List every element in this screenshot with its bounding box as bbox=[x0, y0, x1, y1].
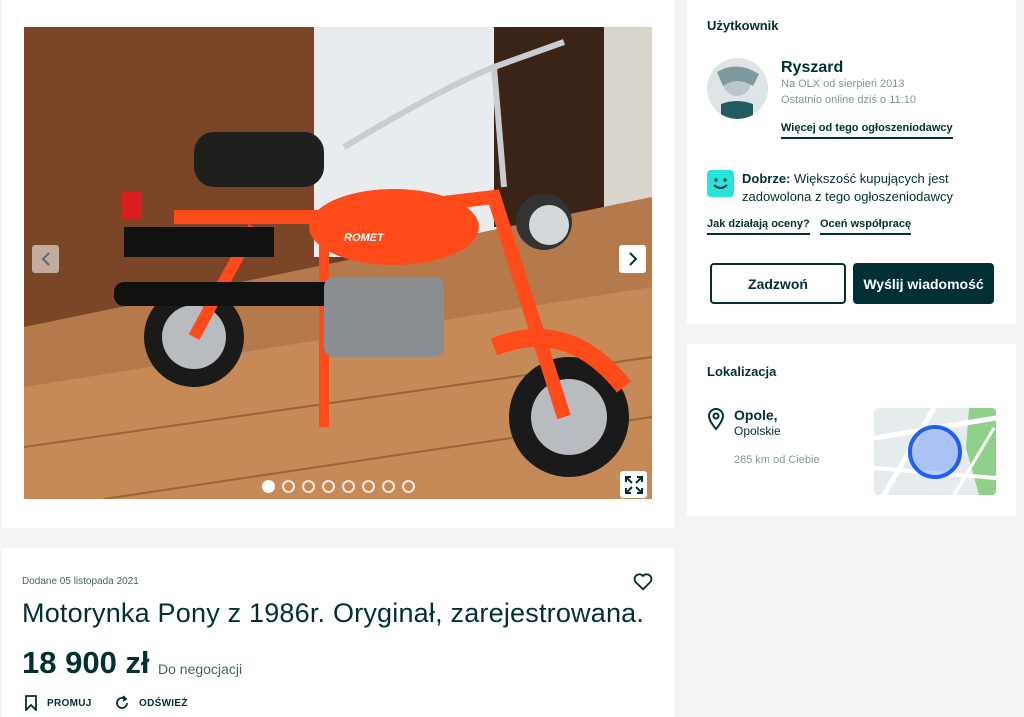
location-map[interactable] bbox=[874, 408, 996, 495]
refresh-icon bbox=[116, 695, 128, 709]
location-city: Opole, bbox=[734, 407, 778, 423]
fullscreen-button[interactable] bbox=[620, 471, 647, 498]
rate-cooperation-link[interactable]: Oceń współpracę bbox=[820, 218, 912, 235]
location-pin-icon bbox=[707, 408, 725, 430]
refresh-label: ODŚWIEŻ bbox=[139, 697, 188, 709]
expand-icon bbox=[624, 475, 643, 494]
rating-label: Dobrze: bbox=[742, 171, 791, 186]
listing-price: 18 900 zł bbox=[22, 645, 150, 680]
map-marker-icon bbox=[908, 425, 962, 479]
motorbike-photo-illustration: ROMET bbox=[24, 27, 652, 499]
negotiation-label: Do negocjacji bbox=[158, 661, 243, 677]
map-thumbnail bbox=[874, 408, 996, 495]
promote-button[interactable]: PROMUJ bbox=[24, 695, 92, 711]
seller-name: Ryszard bbox=[781, 59, 844, 76]
photo-dot[interactable] bbox=[362, 480, 375, 493]
seller-rating: Dobrze: Większość kupujących jest zadowo… bbox=[742, 170, 1002, 206]
favorite-button[interactable] bbox=[632, 571, 654, 593]
call-button[interactable]: Zadzwoń bbox=[710, 263, 846, 304]
next-photo-button[interactable] bbox=[619, 245, 646, 273]
location-card: Lokalizacja Opole, Opolskie 285 km od Ci… bbox=[687, 344, 1016, 516]
location-section-title: Lokalizacja bbox=[707, 364, 777, 379]
last-online: Ostatnio online dziś o 11:10 bbox=[781, 94, 916, 106]
photo-dot[interactable] bbox=[322, 480, 335, 493]
smile-rating-icon bbox=[707, 170, 734, 197]
member-since: Na OLX od sierpień 2013 bbox=[781, 78, 905, 90]
listing-title: Motorynka Pony z 1986r. Oryginał, zareje… bbox=[22, 598, 645, 628]
default-avatar-icon bbox=[707, 58, 768, 119]
location-region: Opolskie bbox=[734, 424, 781, 438]
photo-dot[interactable] bbox=[282, 480, 295, 493]
photo-dot[interactable] bbox=[382, 480, 395, 493]
promote-label: PROMUJ bbox=[47, 697, 92, 709]
listing-photo[interactable]: ROMET bbox=[24, 27, 652, 499]
listing-details-card: Dodane 05 listopada 2021 Motorynka Pony … bbox=[2, 548, 674, 717]
date-added: Dodane 05 listopada 2021 bbox=[22, 576, 139, 587]
photo-dot[interactable] bbox=[302, 480, 315, 493]
how-ratings-work-link[interactable]: Jak działają oceny? bbox=[707, 218, 810, 235]
more-from-seller-link[interactable]: Więcej od tego ogłoszeniodawcy bbox=[781, 122, 953, 139]
seller-card: Użytkownik Ryszard Na OLX od sierpień 20… bbox=[687, 0, 1016, 324]
svg-text:ROMET: ROMET bbox=[344, 232, 385, 244]
chevron-right-icon bbox=[628, 252, 637, 266]
heart-icon bbox=[633, 573, 653, 591]
previous-photo-button[interactable] bbox=[32, 245, 59, 273]
photo-dot[interactable] bbox=[402, 480, 415, 493]
photo-pagination bbox=[262, 480, 415, 493]
photo-dot[interactable] bbox=[342, 480, 355, 493]
refresh-button[interactable]: ODŚWIEŻ bbox=[114, 695, 188, 711]
location-distance: 285 km od Ciebie bbox=[734, 454, 820, 466]
chevron-left-icon bbox=[41, 252, 50, 266]
gallery-card: ROMET bbox=[2, 0, 674, 528]
bookmark-icon bbox=[25, 695, 37, 711]
send-message-button[interactable]: Wyślij wiadomość bbox=[853, 263, 994, 304]
photo-dot[interactable] bbox=[262, 480, 275, 493]
avatar bbox=[707, 58, 768, 119]
seller-section-title: Użytkownik bbox=[707, 18, 779, 33]
